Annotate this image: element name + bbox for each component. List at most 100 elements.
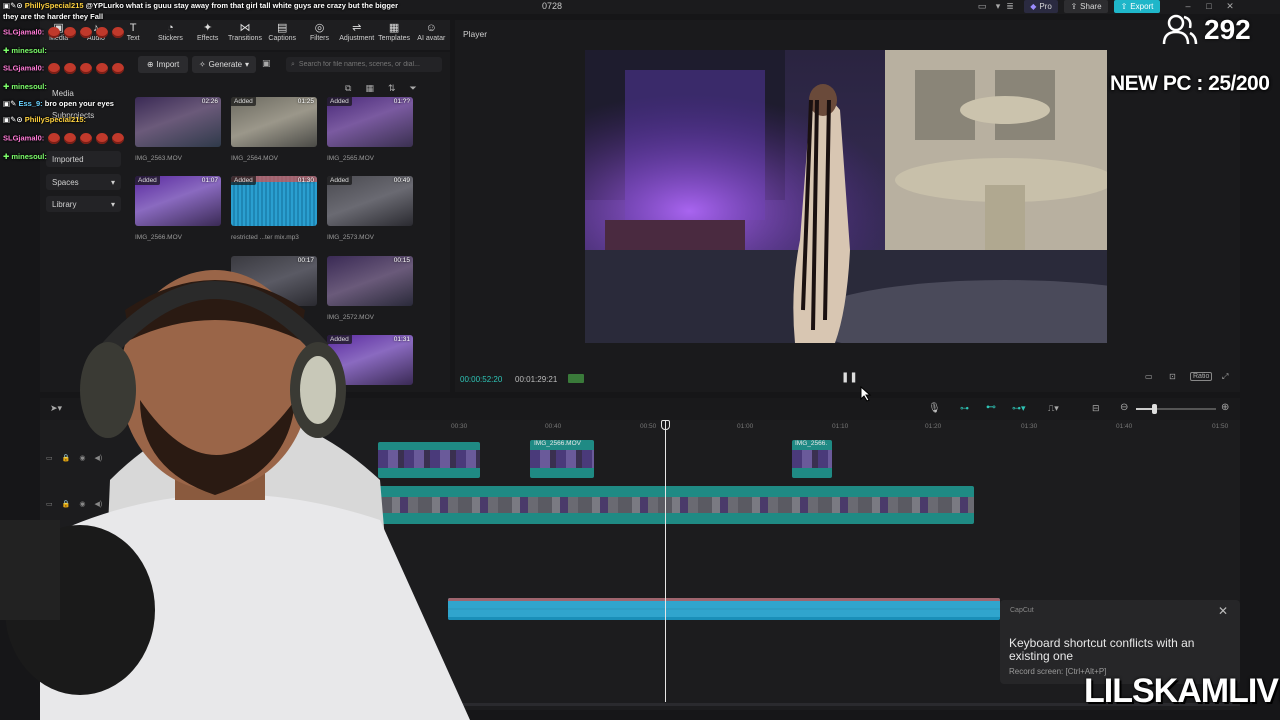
- filters-icon: ◎: [314, 22, 325, 34]
- chevron-down-icon: ▾: [245, 60, 250, 69]
- media-icon: ▣: [53, 22, 64, 34]
- search-icon: ⌕: [291, 60, 295, 68]
- tool-adjustment[interactable]: ⇌ Adjustment: [338, 20, 375, 50]
- pause-icon[interactable]: ❚❚: [841, 372, 858, 383]
- generate-button[interactable]: ✧ Generate ▾: [192, 56, 256, 73]
- import-button[interactable]: ⊕ Import: [138, 56, 188, 73]
- zoom-slider-handle[interactable]: [1152, 404, 1157, 414]
- layout-icon[interactable]: ▭: [976, 1, 988, 12]
- fullscreen-quality-icon[interactable]: ▭: [1145, 372, 1153, 381]
- filter-icon[interactable]: ⏷: [410, 83, 417, 94]
- maximize-icon[interactable]: □: [1203, 1, 1215, 12]
- viewer-count: 292: [1204, 14, 1251, 45]
- ratio-button[interactable]: Ratio: [1190, 372, 1213, 381]
- new-pc-goal: NEW PC : 25/200: [1110, 72, 1270, 95]
- tool-ai-avatar[interactable]: ☺ AI avatar: [413, 20, 450, 50]
- search-input[interactable]: [298, 61, 429, 68]
- media-clip[interactable]: Added 01:25: [231, 97, 317, 147]
- title-bar: 0728 ▭ ▾ ≣ ◆ Pro ⇪ Share ⇧ Export – □ ✕: [0, 0, 1280, 14]
- share-icon: ⇪: [1070, 2, 1078, 11]
- total-time: 00:01:29:21: [515, 375, 558, 384]
- media-clip[interactable]: Added 01:07: [135, 176, 221, 226]
- tool-filters[interactable]: ◎ Filters: [301, 20, 338, 50]
- sort-icon[interactable]: ⇅: [388, 83, 396, 94]
- ai-avatar-icon: ☺: [425, 22, 437, 34]
- badge-icon: ▣✎⊙: [3, 115, 23, 124]
- media-clip[interactable]: Added 00:49: [327, 176, 413, 226]
- menu-icon[interactable]: ≣: [1004, 1, 1016, 12]
- tool-text[interactable]: T Text: [115, 20, 152, 50]
- audio-icon: ♪: [93, 22, 99, 34]
- toast-app-name: CapCut: [1010, 607, 1034, 614]
- magnet-icon[interactable]: ⊷: [986, 402, 996, 413]
- close-icon[interactable]: ✕: [1224, 1, 1236, 12]
- viewer-counter: 292: [1162, 14, 1251, 46]
- tool-captions[interactable]: ▤ Captions: [264, 20, 301, 50]
- templates-icon: ▦: [388, 22, 400, 34]
- sidebar-item-subprojects[interactable]: Subprojects: [46, 107, 121, 123]
- timeline-clip[interactable]: IMG_2566.: [792, 440, 832, 478]
- folder-icon[interactable]: ⧉: [345, 83, 351, 94]
- sparkle-icon: ✧: [198, 60, 206, 69]
- player-title: Player: [463, 29, 488, 39]
- tool-effects[interactable]: ✦ Effects: [189, 20, 226, 50]
- toast-close-icon[interactable]: ✕: [1218, 604, 1228, 618]
- tool-stickers[interactable]: ◔ Stickers: [152, 20, 189, 50]
- clip-name: IMG_2565.MOV: [327, 155, 374, 162]
- effects-icon: ✦: [203, 22, 213, 34]
- sidebar-item-imported[interactable]: Imported: [46, 151, 121, 167]
- clip-name: IMG_2564.MOV: [231, 155, 278, 162]
- import-icon: ⊕: [146, 60, 154, 69]
- media-clip-audio[interactable]: Added 01:30: [231, 176, 317, 226]
- tool-media[interactable]: ▣ Media: [40, 20, 77, 50]
- microphone-icon[interactable]: 🎙: [928, 403, 941, 414]
- streamer-webcam-image: [0, 270, 470, 720]
- record-icon[interactable]: ▣: [262, 58, 271, 69]
- export-icon: ⇧: [1120, 2, 1128, 11]
- app-root: 0728 ▭ ▾ ≣ ◆ Pro ⇪ Share ⇧ Export – □ ✕ …: [0, 0, 1280, 720]
- timeline-clip[interactable]: IMG_2566.MOV: [530, 440, 594, 478]
- split-icon[interactable]: ⎍▾: [1048, 403, 1059, 414]
- plus-icon: ✚: [3, 82, 10, 91]
- video-frame: [585, 50, 1107, 343]
- share-button[interactable]: ⇪ Share: [1064, 0, 1108, 13]
- audio-track-clip[interactable]: [448, 598, 1000, 620]
- playhead[interactable]: [665, 420, 666, 702]
- sidebar-item-media[interactable]: Media: [46, 85, 121, 101]
- text-icon: T: [129, 22, 137, 34]
- snap-icon[interactable]: ⊶▾: [1012, 403, 1026, 414]
- export-button[interactable]: ⇧ Export: [1114, 0, 1160, 13]
- snapshot-icon[interactable]: ⊡: [1169, 372, 1176, 381]
- zoom-in-icon[interactable]: ⊕: [1221, 402, 1229, 413]
- link-icon[interactable]: ⊶: [960, 403, 969, 414]
- chevron-down-icon: ▾: [110, 199, 115, 209]
- badge-icon: ▣✎: [3, 99, 17, 108]
- plus-icon: ✚: [3, 152, 10, 161]
- grid-toggle-icon[interactable]: [568, 374, 584, 383]
- mouse-cursor-icon: [860, 386, 872, 402]
- expand-icon[interactable]: ⤢: [1222, 372, 1228, 382]
- audio-waveform: [448, 598, 1000, 620]
- webcam-overlay: [0, 240, 480, 720]
- grid-icon[interactable]: ▦: [365, 83, 374, 94]
- pro-button[interactable]: ◆ Pro: [1024, 0, 1058, 13]
- sidebar-item-spaces[interactable]: Spaces ▾: [46, 174, 121, 190]
- zoom-slider[interactable]: [1136, 404, 1216, 414]
- video-preview[interactable]: [585, 50, 1107, 343]
- tool-audio[interactable]: ♪ Audio: [77, 20, 114, 50]
- media-clip[interactable]: 02:26: [135, 97, 221, 147]
- viewers-icon: [1162, 14, 1198, 45]
- zoom-out-icon[interactable]: ⊖: [1120, 402, 1128, 413]
- transitions-icon: ⋈: [239, 22, 251, 34]
- sidebar-item-library[interactable]: Library ▾: [46, 196, 121, 212]
- stickers-icon: ◔: [167, 22, 174, 34]
- tool-templates[interactable]: ▦ Templates: [375, 20, 412, 50]
- tool-transitions[interactable]: ⋈ Transitions: [226, 20, 263, 50]
- chevron-down-icon: ▾: [110, 177, 115, 187]
- toast-message: Keyboard shortcut conflicts with an exis…: [1009, 636, 1195, 663]
- preview-axis-icon[interactable]: ⊟: [1092, 403, 1100, 414]
- minimize-icon[interactable]: –: [1182, 1, 1194, 12]
- chevron-down-icon[interactable]: ▾: [992, 1, 1004, 12]
- media-clip[interactable]: Added 01:??: [327, 97, 413, 147]
- project-name: 0728: [542, 1, 563, 11]
